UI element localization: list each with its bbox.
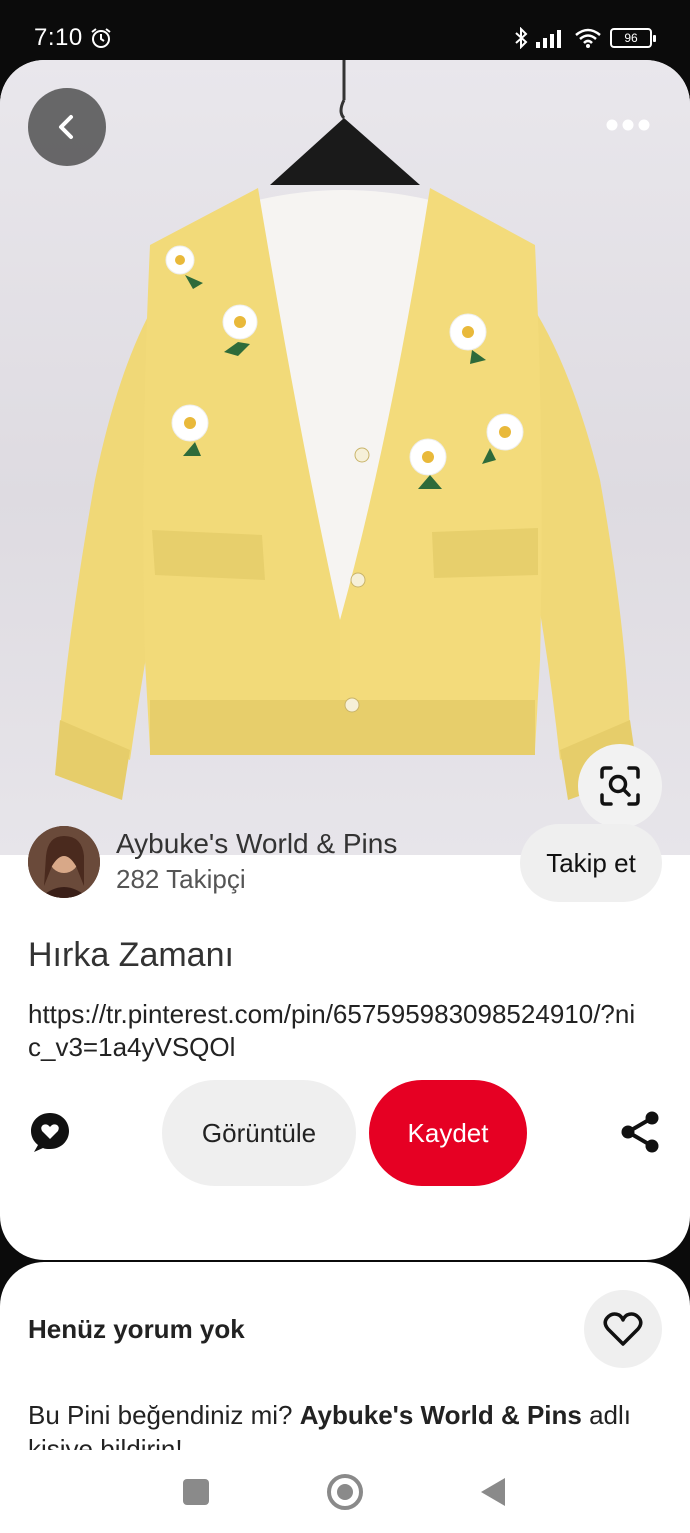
pin-title: Hırka Zamanı: [28, 936, 234, 974]
battery-icon: 96: [610, 28, 656, 48]
pin-image[interactable]: [0, 60, 690, 855]
creator-followers: 282 Takipçi: [116, 864, 246, 894]
bluetooth-icon: [515, 27, 528, 49]
status-icons: 96: [514, 24, 656, 52]
like-button[interactable]: [584, 1290, 662, 1368]
more-options-button[interactable]: [600, 110, 656, 140]
battery-level: 96: [624, 31, 638, 45]
wifi-icon: [575, 28, 601, 48]
comments-panel: Henüz yorum yok Bu Pini beğendiniz mi? A…: [0, 1262, 690, 1462]
avatar-photo: [28, 826, 100, 898]
share-icon[interactable]: [618, 1110, 662, 1154]
back-button[interactable]: [28, 88, 106, 166]
pin-link[interactable]: https://tr.pinterest.com/pin/65759598309…: [28, 998, 648, 1064]
back-arrow-icon: [59, 115, 73, 139]
view-button[interactable]: Görüntüle: [162, 1080, 356, 1186]
visual-search-button[interactable]: [578, 744, 662, 828]
system-back-button[interactable]: [481, 1478, 505, 1506]
creator-row: Aybuke's World & Pins 282 Takipçi Takip …: [28, 822, 662, 902]
more-icon: [606, 119, 650, 131]
avatar[interactable]: [28, 826, 100, 898]
recents-button[interactable]: [183, 1479, 209, 1505]
cardigan-illustration: [55, 60, 638, 800]
system-nav-bar: [0, 1450, 690, 1533]
status-time: 7:10: [34, 24, 83, 51]
action-row: Görüntüle Kaydet: [0, 1078, 690, 1188]
save-button[interactable]: Kaydet: [369, 1080, 527, 1186]
signal-icon: [536, 30, 561, 48]
comments-title: Henüz yorum yok: [28, 1314, 245, 1344]
comment-icon[interactable]: [28, 1110, 72, 1154]
comment-prompt-prefix: Bu Pini beğendiniz mi?: [28, 1400, 300, 1430]
follow-button[interactable]: Takip et: [520, 824, 662, 902]
pin-card: Aybuke's World & Pins 282 Takipçi Takip …: [0, 60, 690, 1260]
alarm-icon: [91, 28, 111, 48]
creator-name[interactable]: Aybuke's World & Pins: [116, 828, 397, 860]
comment-prompt-creator[interactable]: Aybuke's World & Pins: [300, 1400, 582, 1430]
home-button[interactable]: [327, 1474, 363, 1510]
heart-icon: [603, 1312, 643, 1346]
lens-search-icon: [600, 766, 640, 806]
